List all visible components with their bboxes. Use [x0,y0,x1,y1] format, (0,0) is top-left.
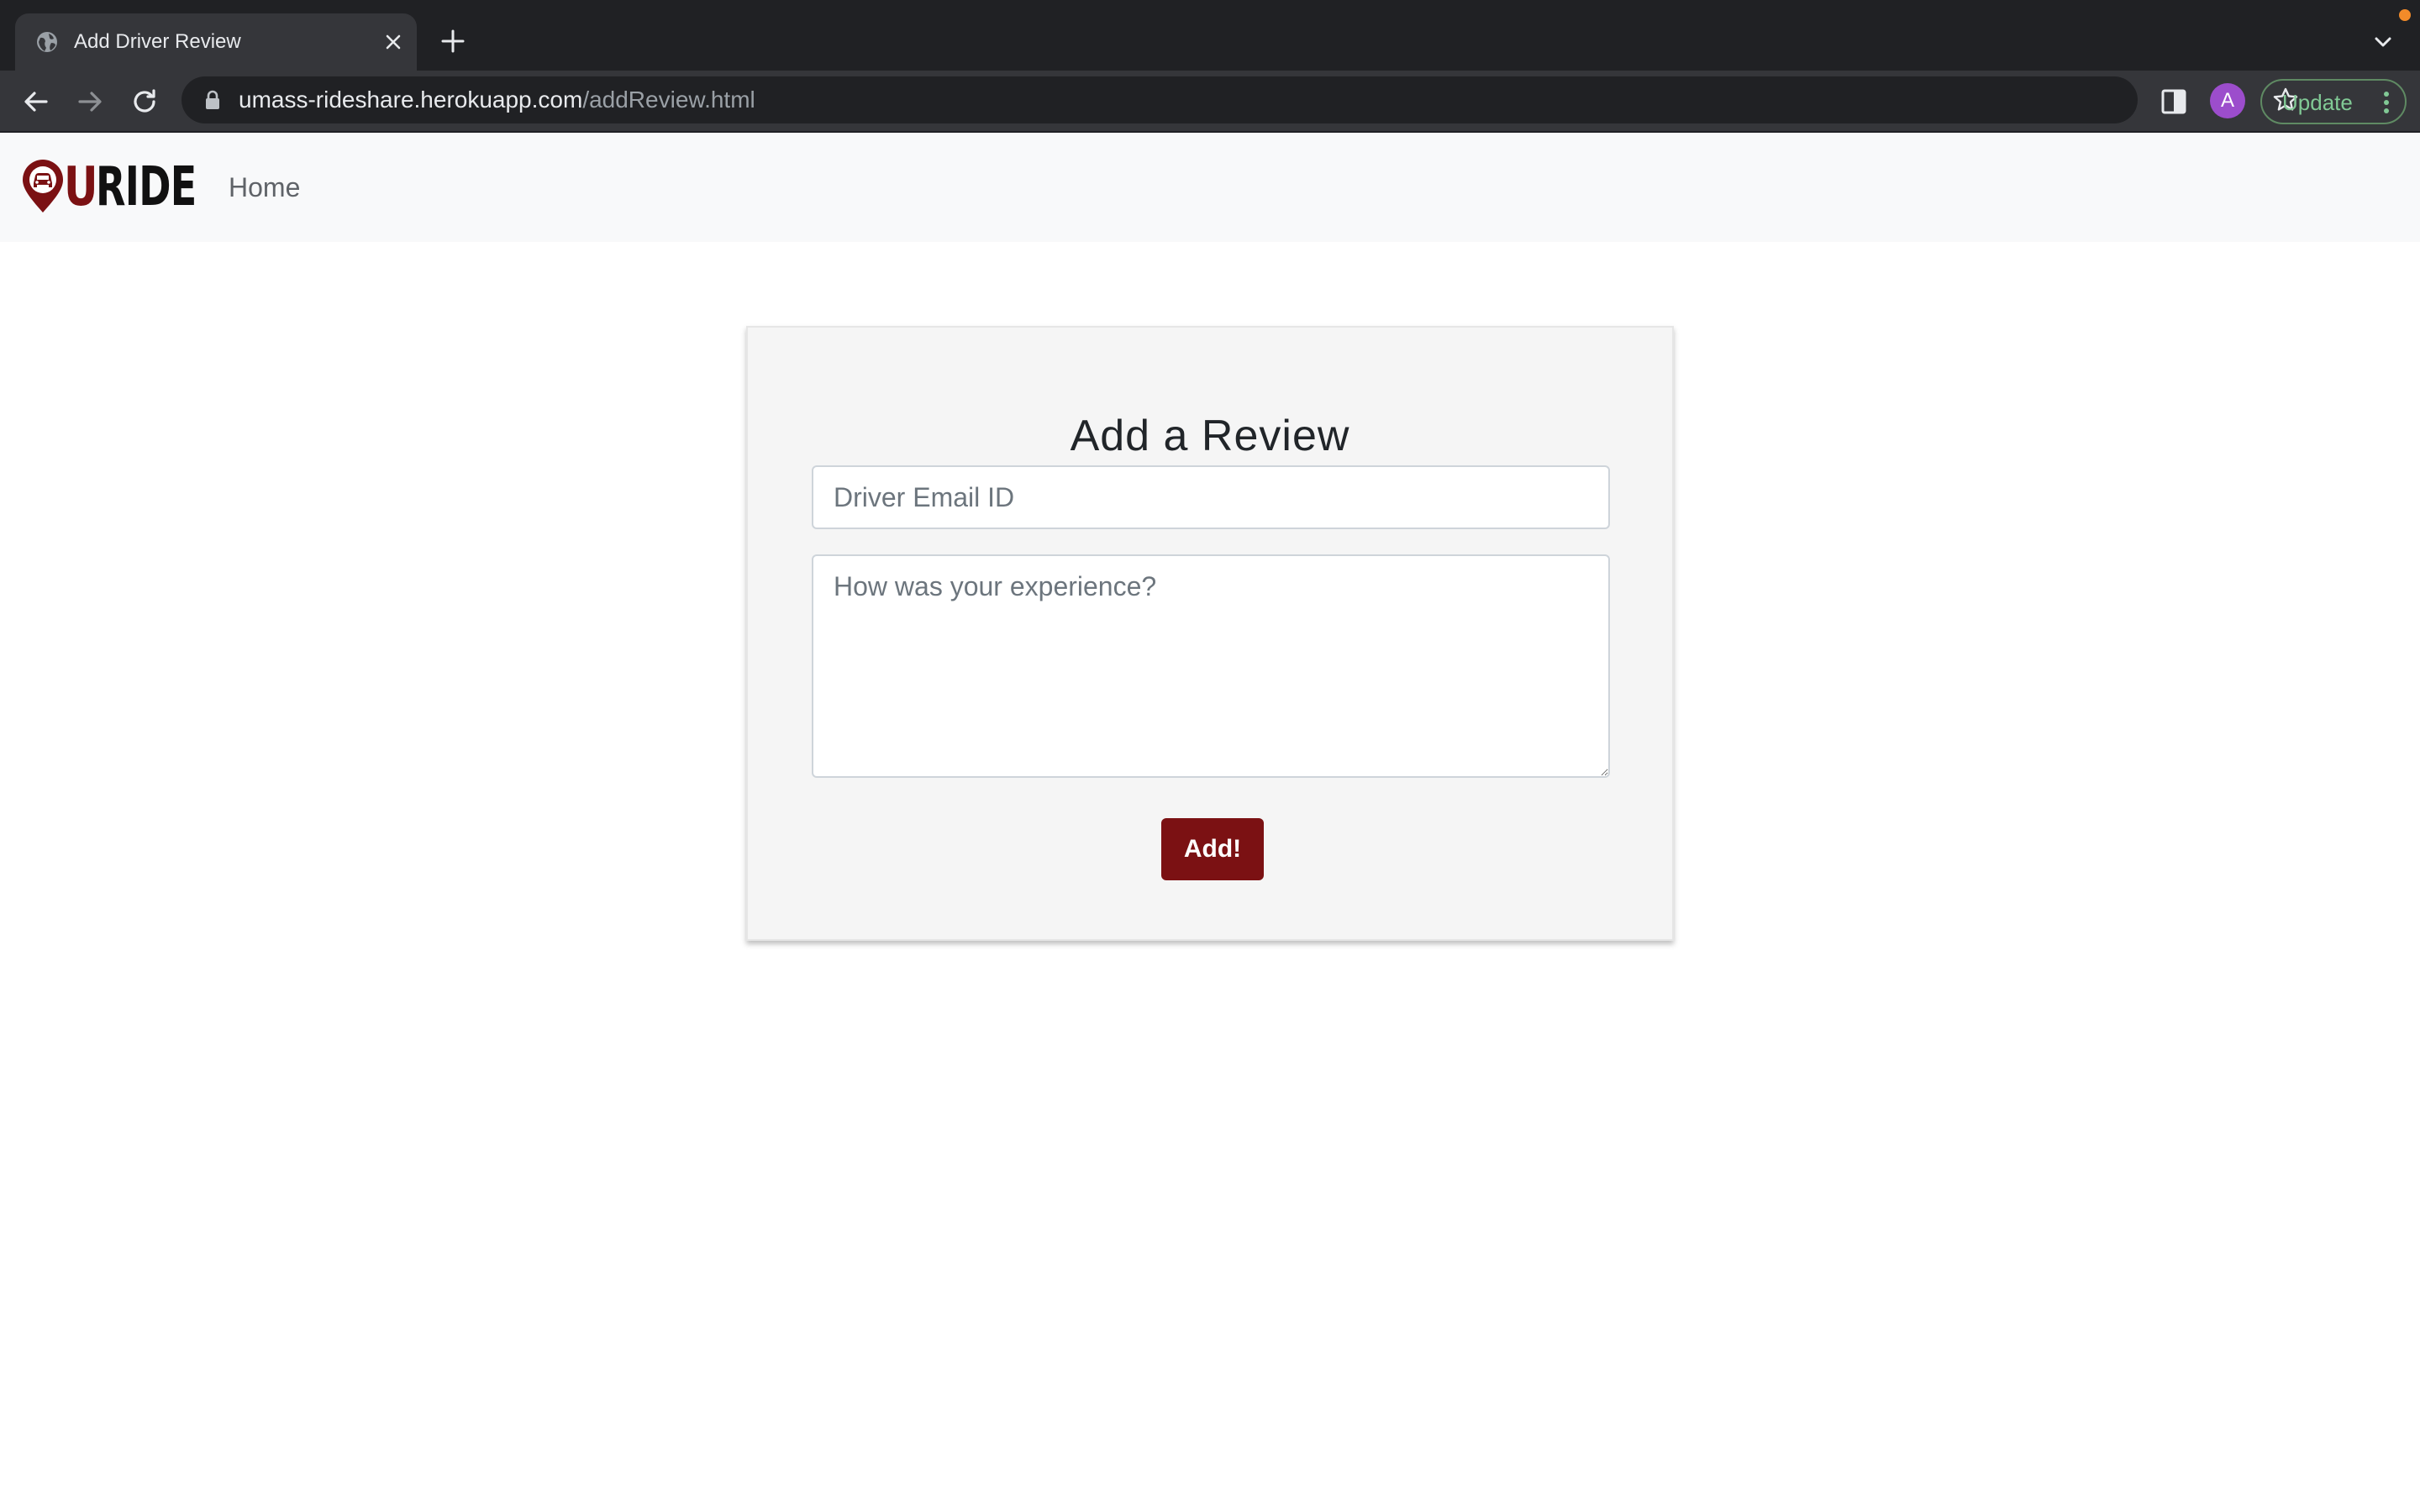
uride-logo[interactable]: U RIDE [20,156,197,218]
logo-ride-text: RIDE [96,156,197,218]
side-panel-icon[interactable] [2160,87,2190,117]
add-review-card: Add a Review Add! [746,326,1674,941]
profile-avatar[interactable]: A [2210,83,2245,118]
url-host: umass-rideshare.herokuapp.com [239,87,583,113]
tab-title: Add Driver Review [74,30,241,53]
reload-icon[interactable] [129,86,160,118]
url-text[interactable]: umass-rideshare.herokuapp.com/addReview.… [239,86,755,114]
address-bar[interactable]: umass-rideshare.herokuapp.com/addReview.… [182,76,2298,123]
more-vert-icon[interactable] [2375,90,2398,115]
back-arrow-icon[interactable] [20,86,52,118]
site-navbar: U RIDE Home [0,133,2420,242]
page-title: Add a Review [1070,412,1350,461]
logo-u-letter: U [64,156,98,218]
globe-icon [37,32,57,52]
new-tab-plus-icon[interactable] [440,29,466,54]
review-textarea[interactable] [812,554,1610,778]
update-label: Update [2282,90,2353,115]
forward-arrow-icon[interactable] [74,86,106,118]
lock-icon[interactable] [202,88,224,112]
url-path: /addReview.html [582,87,755,113]
browser-tab-strip: Add Driver Review [0,0,2420,71]
browser-tab-active[interactable]: Add Driver Review [15,13,417,71]
nav-home-link[interactable]: Home [229,171,300,204]
update-button[interactable]: Update [2260,79,2407,124]
add-review-button[interactable]: Add! [1161,818,1264,880]
browser-toolbar: umass-rideshare.herokuapp.com/addReview.… [0,71,2420,133]
close-icon[interactable] [381,30,405,54]
driver-email-input[interactable] [812,465,1610,529]
map-pin-car-icon [23,160,63,213]
notification-dot [2399,9,2411,21]
chevron-down-icon[interactable] [2371,30,2395,54]
